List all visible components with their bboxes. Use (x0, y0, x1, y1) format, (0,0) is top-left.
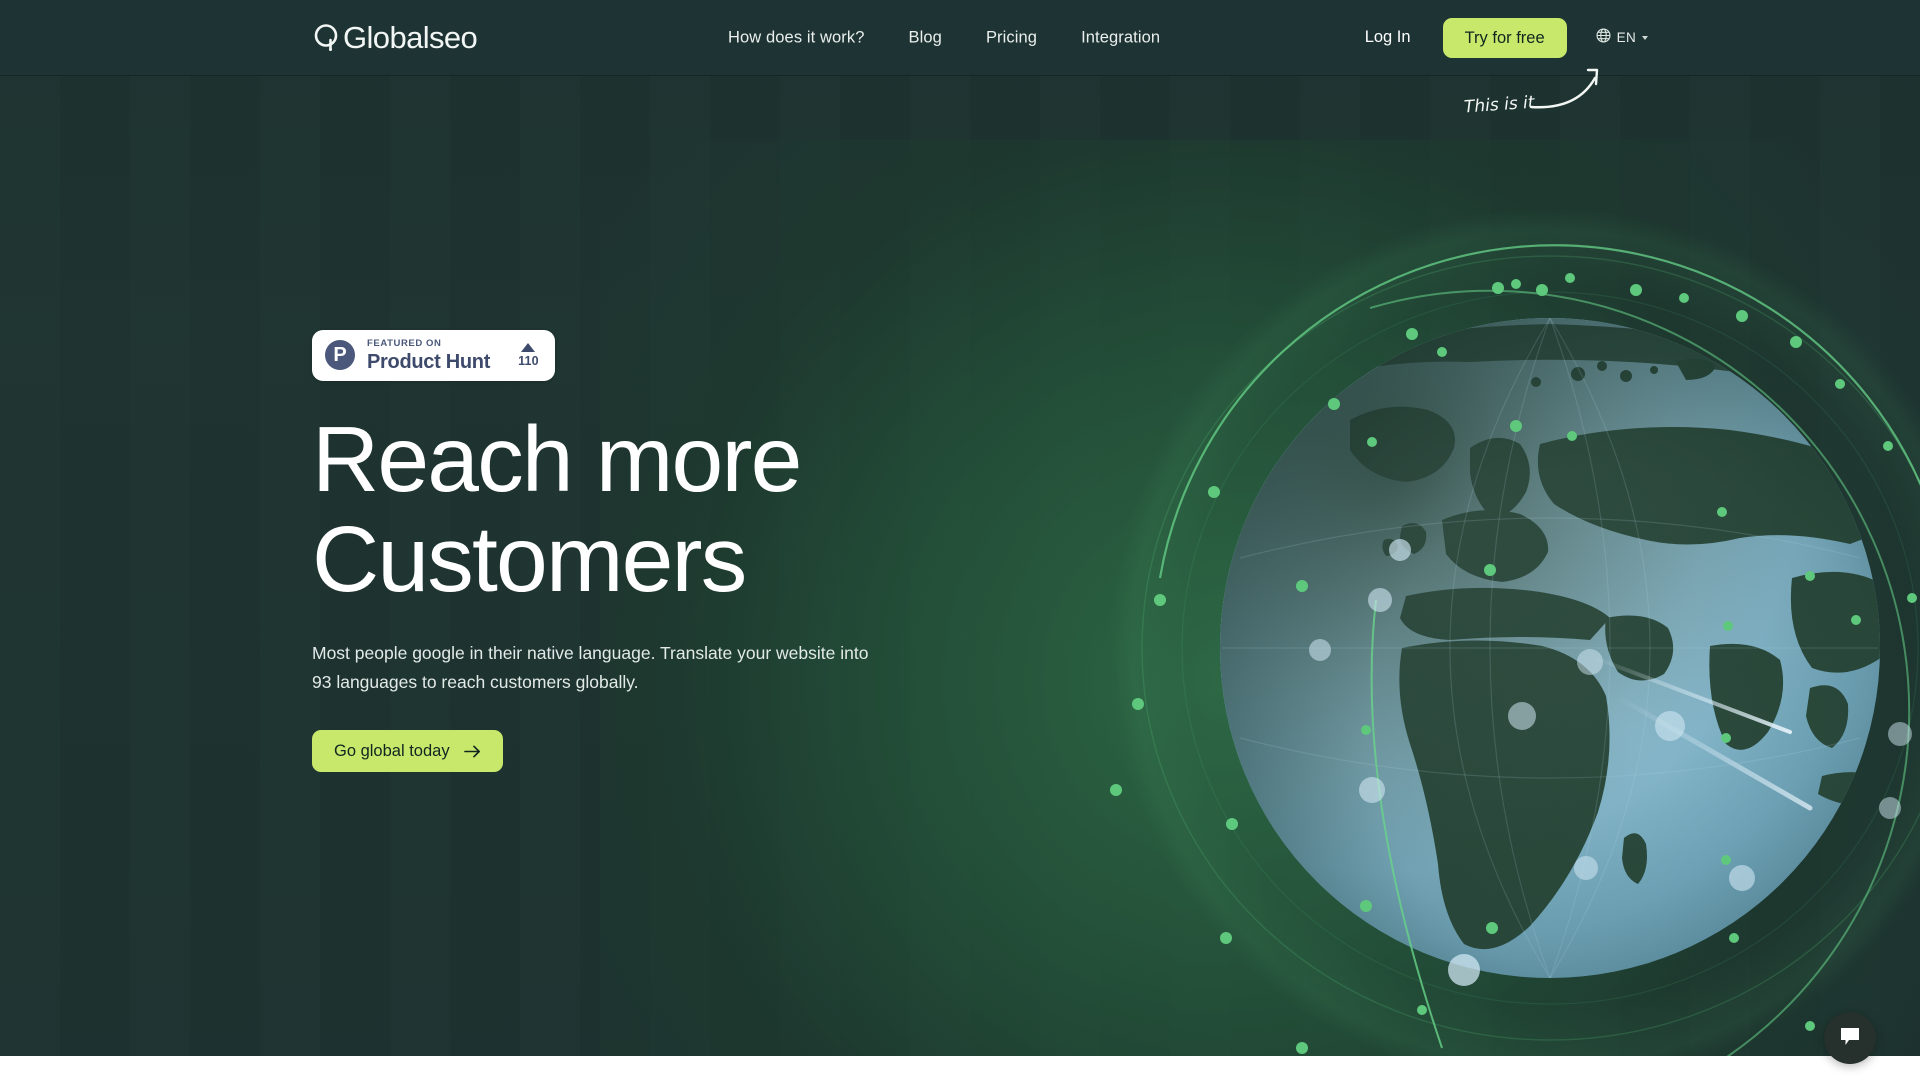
globe-orbit-rings (1141, 244, 1920, 1056)
nav-item-pricing[interactable]: Pricing (986, 28, 1037, 47)
page-title: Reach more Customers (312, 406, 952, 611)
upvote-triangle-icon (521, 342, 536, 352)
globe-highlight-meridian (1370, 599, 1443, 1049)
headline-line-1: Reach more (312, 406, 802, 511)
globe-landmasses (1250, 324, 1880, 950)
chat-bubble-icon (1838, 1026, 1862, 1051)
product-hunt-copy: FEATURED ON Product Hunt (367, 339, 490, 372)
globe-comet-trail (1588, 654, 1813, 811)
headline-line-2: Customers (312, 506, 747, 611)
product-hunt-icon: P (325, 340, 355, 371)
background-stripe-texture (0, 0, 1920, 1056)
product-hunt-badge[interactable]: P FEATURED ON Product Hunt 110 (312, 330, 555, 381)
hero-content: P FEATURED ON Product Hunt 110 Reach mor… (312, 330, 952, 773)
arrow-right-icon (463, 744, 481, 759)
product-hunt-label: Product Hunt (367, 350, 491, 373)
hero-section: Globalseo How does it work? Blog Pricing… (0, 0, 1920, 1056)
product-hunt-upvotes[interactable]: 110 (518, 342, 539, 368)
globe-network-nodes (1110, 273, 1917, 1054)
go-global-today-button[interactable]: Go global today (312, 730, 503, 773)
globe-atmosphere (1110, 208, 1920, 1056)
login-link[interactable]: Log In (1365, 28, 1411, 47)
annotation-label: This is it (1463, 92, 1536, 118)
globe-svg (1110, 208, 1920, 1056)
globe-shading (1220, 318, 1880, 978)
nav-item-blog[interactable]: Blog (909, 28, 942, 47)
next-section (0, 1056, 1920, 1080)
upvote-count: 110 (518, 353, 539, 368)
globe-graticule (1222, 318, 1878, 978)
globe-illustration (1050, 148, 1920, 1056)
globalseo-logo-icon (312, 22, 342, 54)
landing-page: Globalseo How does it work? Blog Pricing… (0, 0, 1920, 1080)
chat-widget-button[interactable] (1824, 1012, 1876, 1064)
header-actions: Log In Try for free EN (1365, 17, 1648, 58)
logo[interactable]: Globalseo (312, 20, 478, 55)
main-navigation: How does it work? Blog Pricing Integrati… (728, 28, 1160, 47)
site-header: Globalseo How does it work? Blog Pricing… (0, 0, 1920, 76)
logo-text: Globalseo (343, 20, 478, 55)
featured-on-label: FEATURED ON (367, 338, 442, 349)
globe-city-glows (1309, 539, 1912, 986)
language-selector[interactable]: EN (1595, 27, 1648, 49)
chevron-down-icon (1642, 36, 1648, 40)
hero-subtitle: Most people google in their native langu… (312, 643, 869, 692)
globe-ocean (1220, 318, 1880, 978)
globe-icon (1595, 27, 1612, 49)
nav-item-how-does-it-work[interactable]: How does it work? (728, 28, 865, 47)
nav-item-integration[interactable]: Integration (1081, 28, 1160, 47)
language-code: EN (1616, 30, 1636, 45)
try-for-free-button[interactable]: Try for free (1442, 17, 1567, 58)
cta-label: Go global today (334, 741, 450, 760)
